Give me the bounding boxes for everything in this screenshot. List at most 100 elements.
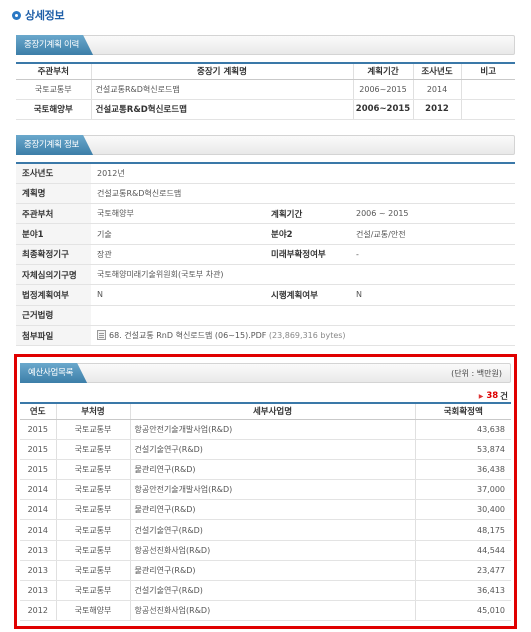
table-row[interactable]: 2015 국토교통부 항공안전기술개발사업(R&D) 43,638 — [20, 419, 511, 440]
plan-name-link[interactable]: 건설교통R&D혁신로드맵 — [91, 99, 354, 120]
attachment-link[interactable]: 68. 건설교통 RnD 혁신로드맵 (06~15).PDF — [109, 331, 266, 340]
dept-cell: 국토해양부 — [56, 600, 131, 622]
file-icon — [97, 330, 106, 341]
survey-year-label: 조사년도 — [16, 163, 91, 184]
year-cell: 2014 — [413, 79, 462, 100]
year-cell: 2013 — [20, 540, 57, 561]
dept-cell: 국토교통부 — [56, 540, 131, 561]
law-value — [91, 305, 516, 326]
info-table: 조사년도 2012년 계획명 건설교통R&D혁신로드맵 주관부처 국토해양부 계… — [16, 162, 516, 347]
project-link[interactable]: 항공선진화사업(R&D) — [130, 600, 416, 622]
project-link[interactable]: 항공안전기술개발사업(R&D) — [130, 479, 416, 501]
amount-cell: 37,000 — [415, 479, 511, 501]
dept-cell: 국토교통부 — [56, 459, 131, 481]
table-row[interactable]: 2012 국토해양부 항공선진화사업(R&D) 45,010 — [20, 600, 511, 622]
project-link[interactable]: 물관리연구(R&D) — [130, 459, 416, 481]
amount-cell: 45,010 — [415, 600, 511, 622]
field1-label: 분야1 — [16, 223, 91, 245]
table-row[interactable]: 2013 국토교통부 물관리연구(R&D) 23,477 — [20, 560, 511, 582]
year-cell: 2015 — [20, 419, 57, 440]
future-value: - — [350, 244, 516, 265]
page-title: 상세정보 — [12, 7, 65, 23]
period-value: 2006 ~ 2015 — [350, 203, 516, 225]
result-count: ▶ 38 건 — [479, 390, 508, 402]
plan-name-link[interactable]: 건설교통R&D혁신로드맵 — [91, 79, 354, 100]
col-note: 비고 — [461, 63, 515, 80]
project-link[interactable]: 항공선진화사업(R&D) — [130, 540, 416, 561]
review-value: 국토해양미래기술위원회(국토부 차관) — [91, 264, 516, 286]
amount-cell: 30,400 — [415, 499, 511, 521]
col-year: 조사년도 — [413, 63, 462, 80]
project-link[interactable]: 물관리연구(R&D) — [130, 499, 416, 521]
field1-value: 기술 — [91, 223, 265, 245]
table-row[interactable]: 2013 국토교통부 항공선진화사업(R&D) 44,544 — [20, 540, 511, 561]
field2-value: 건설/교통/안전 — [350, 223, 516, 245]
project-link[interactable]: 항공안전기술개발사업(R&D) — [130, 419, 416, 440]
review-label: 자체심의기구명 — [16, 264, 91, 286]
project-link[interactable]: 건설기술연구(R&D) — [130, 519, 416, 541]
future-label: 미래부확정여부 — [265, 244, 350, 265]
note-cell — [461, 79, 515, 100]
dept-cell: 국토교통부 — [56, 419, 131, 440]
col-dept: 부처명 — [56, 403, 131, 420]
project-link[interactable]: 물관리연구(R&D) — [130, 560, 416, 582]
dept-cell: 국토교통부 — [56, 499, 131, 521]
dept-cell: 국토교통부 — [56, 439, 131, 460]
attach-label: 첨부파일 — [16, 325, 91, 347]
law-label: 근거법령 — [16, 305, 91, 326]
final-agency-label: 최종확정기구 — [16, 244, 91, 265]
amount-cell: 23,477 — [415, 560, 511, 582]
project-link[interactable]: 건설기술연구(R&D) — [130, 580, 416, 602]
title-bullet-icon — [12, 10, 21, 20]
table-row[interactable]: 2014 국토교통부 물관리연구(R&D) 30,400 — [20, 499, 511, 521]
dept-label: 주관부처 — [16, 203, 91, 225]
result-count-number: 38 — [486, 391, 499, 401]
result-count-unit: 건 — [500, 392, 508, 402]
impl-value: N — [350, 284, 516, 306]
dept-value: 국토해양부 — [91, 203, 265, 225]
table-row[interactable]: 국토교통부 건설교통R&D혁신로드맵 2006~2015 2014 — [16, 79, 515, 100]
amount-cell: 48,175 — [415, 519, 511, 541]
attachment-cell: 68. 건설교통 RnD 혁신로드맵 (06~15).PDF (23,869,3… — [91, 325, 516, 347]
budget-unit: (단위 : 백만원) — [451, 369, 502, 378]
info-section-title: 중장기계획 정보 — [16, 135, 93, 155]
table-row-selected[interactable]: 국토해양부 건설교통R&D혁신로드맵 2006~2015 2012 — [16, 99, 515, 120]
budget-section-header: 예산사업목록 (단위 : 백만원) — [20, 363, 511, 383]
final-agency-value: 장관 — [91, 244, 265, 265]
field2-label: 분야2 — [265, 223, 350, 245]
col-dept: 주관부처 — [16, 63, 92, 80]
note-cell — [461, 99, 515, 120]
history-table: 주관부처 중장기 계획명 계획기간 조사년도 비고 국토교통부 건설교통R&D혁… — [16, 62, 515, 120]
budget-table: 연도 부처명 세부사업명 국회확정액 2015 국토교통부 항공안전기술개발사업(R… — [20, 402, 511, 622]
period-cell: 2006~2015 — [353, 79, 414, 100]
col-year: 연도 — [20, 403, 57, 420]
project-link[interactable]: 건설기술연구(R&D) — [130, 439, 416, 460]
amount-cell: 36,413 — [415, 580, 511, 602]
table-row[interactable]: 2014 국토교통부 건설기술연구(R&D) 48,175 — [20, 519, 511, 541]
year-cell: 2013 — [20, 560, 57, 582]
dept-cell: 국토교통부 — [56, 580, 131, 602]
plan-name-label: 계획명 — [16, 183, 91, 205]
year-cell: 2012 — [413, 99, 462, 120]
info-section-header: 중장기계획 정보 — [16, 135, 515, 155]
year-cell: 2014 — [20, 479, 57, 501]
history-section-header: 중장기계획 이력 — [16, 35, 515, 55]
triangle-right-icon: ▶ — [478, 392, 484, 400]
attachment-size: (23,869,316 bytes) — [268, 331, 346, 341]
table-row[interactable]: 2014 국토교통부 항공안전기술개발사업(R&D) 37,000 — [20, 479, 511, 501]
dept-cell: 국토해양부 — [16, 99, 92, 120]
legal-label: 법정계획여부 — [16, 284, 91, 306]
year-cell: 2013 — [20, 580, 57, 602]
table-row[interactable]: 2015 국토교통부 건설기술연구(R&D) 53,874 — [20, 439, 511, 460]
budget-highlight-box: 예산사업목록 (단위 : 백만원) ▶ 38 건 연도 부처명 세부사업명 국회… — [14, 354, 517, 629]
table-row[interactable]: 2015 국토교통부 물관리연구(R&D) 36,438 — [20, 459, 511, 481]
budget-section-title: 예산사업목록 — [20, 363, 87, 383]
year-cell: 2015 — [20, 439, 57, 460]
table-row[interactable]: 2013 국토교통부 건설기술연구(R&D) 36,413 — [20, 580, 511, 602]
dept-cell: 국토교통부 — [16, 79, 92, 100]
col-plan-name: 중장기 계획명 — [91, 63, 354, 80]
col-period: 계획기간 — [353, 63, 414, 80]
amount-cell: 36,438 — [415, 459, 511, 481]
dept-cell: 국토교통부 — [56, 519, 131, 541]
period-cell: 2006~2015 — [353, 99, 414, 120]
